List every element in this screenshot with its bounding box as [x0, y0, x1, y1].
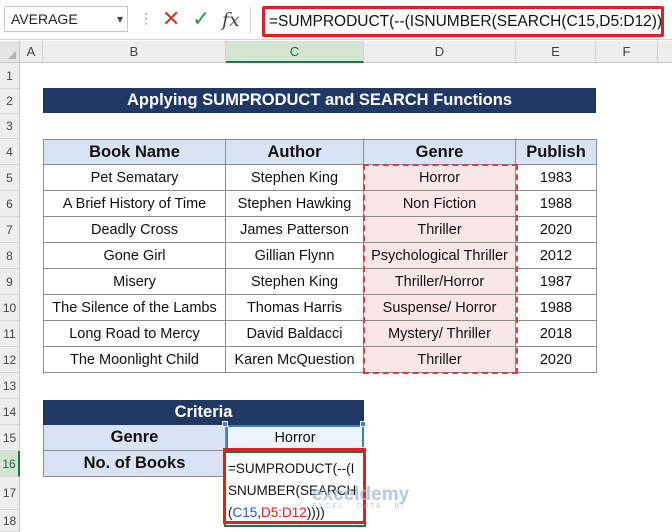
select-all-corner[interactable]: [0, 41, 20, 63]
chevron-down-icon[interactable]: ▾: [117, 7, 123, 31]
column-header-b[interactable]: B: [43, 41, 226, 63]
row-header-7[interactable]: 7: [0, 217, 20, 243]
cell-publish[interactable]: 1988: [516, 295, 597, 321]
criteria-books-label[interactable]: No. of Books: [44, 451, 226, 477]
row-header-2[interactable]: 2: [0, 89, 20, 114]
formula-input[interactable]: =SUMPRODUCT(--(ISNUMBER(SEARCH(C15,D5:D1…: [262, 6, 664, 37]
header-genre[interactable]: Genre: [364, 140, 516, 165]
cell-book-name[interactable]: Gone Girl: [44, 243, 226, 269]
column-header-a[interactable]: A: [20, 41, 43, 63]
formula-ref-range: D5:D12: [261, 505, 307, 520]
criteria-title[interactable]: Criteria: [43, 400, 364, 425]
cell-publish[interactable]: 2018: [516, 321, 597, 347]
cell-author[interactable]: Stephen King: [226, 269, 364, 295]
row-header-17[interactable]: 17: [0, 477, 20, 510]
row-header-10[interactable]: 10: [0, 295, 20, 321]
row-header-5[interactable]: 5: [0, 165, 20, 191]
range-handle[interactable]: [360, 421, 366, 427]
header-publish[interactable]: Publish: [516, 140, 597, 165]
column-header-d[interactable]: D: [364, 41, 516, 63]
cell-publish[interactable]: 1983: [516, 165, 597, 191]
insert-function-icon[interactable]: fx: [222, 7, 240, 33]
watermark-logo: exceldemy EXCEL · DATA · BI: [312, 484, 409, 510]
row-header-13[interactable]: 13: [0, 373, 20, 399]
cell-book-name[interactable]: Deadly Cross: [44, 217, 226, 243]
row-header-1[interactable]: 1: [0, 63, 20, 89]
grip-dots-icon: ⋮: [139, 10, 153, 26]
cell-author[interactable]: Stephen Hawking: [226, 191, 364, 217]
row-header-4[interactable]: 4: [0, 139, 20, 165]
cell-book-name[interactable]: Long Road to Mercy: [44, 321, 226, 347]
formula-ref-criteria: C15: [232, 505, 258, 520]
formula-part: =SUMPRODUCT(--(: [228, 461, 351, 476]
cell-book-name[interactable]: Pet Sematary: [44, 165, 226, 191]
cell-publish[interactable]: 2012: [516, 243, 597, 269]
row-header-16[interactable]: 16: [0, 451, 20, 477]
row-header-9[interactable]: 9: [0, 269, 20, 295]
cell-publish[interactable]: 1987: [516, 269, 597, 295]
column-header-e[interactable]: E: [516, 41, 596, 63]
cell-author[interactable]: James Patterson: [226, 217, 364, 243]
column-header-c[interactable]: C: [226, 41, 364, 63]
row-header-18[interactable]: 18: [0, 510, 20, 532]
watermark-name: exceldemy: [312, 484, 410, 505]
row-header-15[interactable]: 15: [0, 425, 20, 451]
name-box[interactable]: AVERAGE ▾: [4, 6, 128, 32]
range-handle[interactable]: [222, 421, 228, 427]
cell-book-name[interactable]: A Brief History of Time: [44, 191, 226, 217]
row-header-14[interactable]: 14: [0, 399, 20, 425]
column-header-g[interactable]: [658, 41, 672, 63]
cell-author[interactable]: Karen McQuestion: [226, 347, 364, 373]
sheet-title[interactable]: Applying SUMPRODUCT and SEARCH Functions: [43, 88, 596, 113]
criteria-genre-label[interactable]: Genre: [44, 425, 226, 451]
enter-icon[interactable]: ✓: [192, 6, 210, 32]
row-header-8[interactable]: 8: [0, 243, 20, 269]
formula-bar-divider: [250, 6, 251, 34]
cell-publish[interactable]: 1988: [516, 191, 597, 217]
cell-publish[interactable]: 2020: [516, 347, 597, 373]
row-header-12[interactable]: 12: [0, 347, 20, 373]
cell-author[interactable]: David Baldacci: [226, 321, 364, 347]
cell-author[interactable]: Gillian Flynn: [226, 243, 364, 269]
genre-range-outline: [363, 164, 518, 374]
header-author[interactable]: Author: [226, 140, 364, 165]
row-header-11[interactable]: 11: [0, 321, 20, 347]
cell-book-name[interactable]: The Moonlight Child: [44, 347, 226, 373]
name-box-value: AVERAGE: [11, 11, 78, 27]
row-header-6[interactable]: 6: [0, 191, 20, 217]
cell-publish[interactable]: 2020: [516, 217, 597, 243]
row-header-3[interactable]: 3: [0, 114, 20, 139]
watermark-tagline: EXCEL · DATA · BI: [312, 503, 405, 510]
cell-author[interactable]: Stephen King: [226, 165, 364, 191]
column-header-f[interactable]: F: [596, 41, 658, 63]
cell-book-name[interactable]: Misery: [44, 269, 226, 295]
cell-author[interactable]: Thomas Harris: [226, 295, 364, 321]
cancel-icon[interactable]: ✕: [162, 6, 180, 32]
header-book-name[interactable]: Book Name: [44, 140, 226, 165]
cell-book-name[interactable]: The Silence of the Lambs: [44, 295, 226, 321]
